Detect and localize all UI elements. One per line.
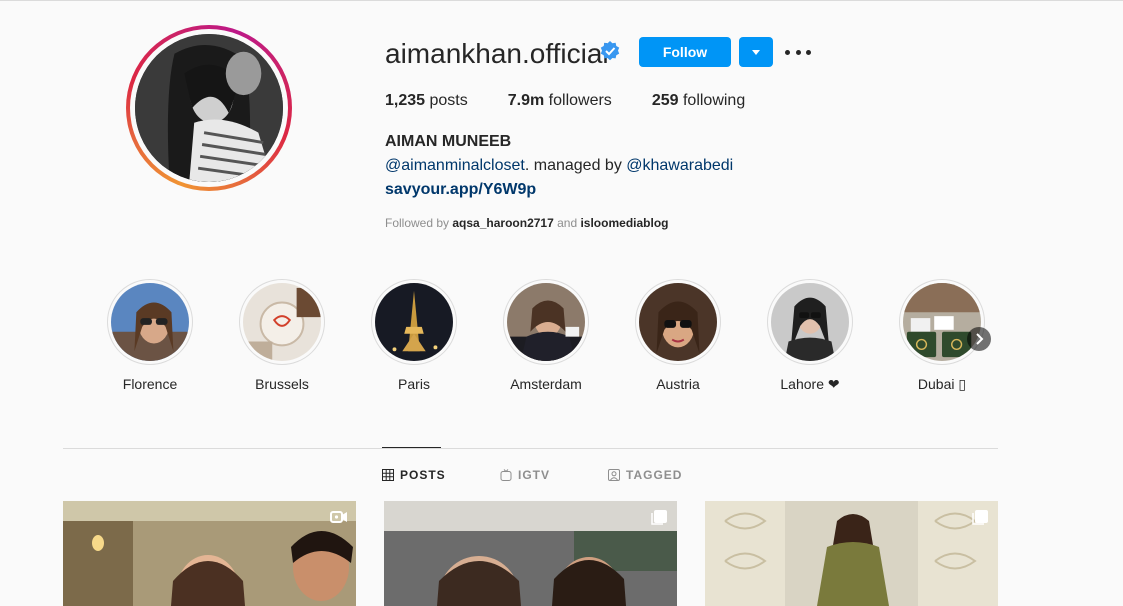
followed-by-user: aqsa_haroon2717 [452, 216, 554, 230]
followed-by-text[interactable]: Followed by aqsa_haroon2717 and isloomed… [385, 216, 668, 230]
carousel-icon [972, 510, 988, 525]
highlight-label: Dubai ▯ [917, 376, 967, 392]
post-thumbnail[interactable] [705, 501, 998, 606]
profile-full-name: AIMAN MUNEEB [385, 133, 512, 150]
dot-icon [806, 49, 811, 55]
post-image [705, 501, 998, 606]
highlight-paris[interactable]: Paris [371, 279, 457, 392]
top-border [0, 0, 1123, 1]
posts-label: posts [429, 92, 468, 109]
highlight-brussels[interactable]: Brussels [239, 279, 325, 392]
avatar-photo [135, 34, 283, 182]
bio-mention-link[interactable]: @aimanminalcloset [385, 157, 525, 174]
followers-stat[interactable]: 7.9m followers [508, 92, 612, 110]
highlight-cover [903, 283, 981, 361]
highlight-cover [771, 283, 849, 361]
followers-count: 7.9m [507, 92, 545, 109]
dot-icon [795, 49, 801, 55]
profile-stats: 1,235 posts 7.9m followers 259 following [385, 92, 785, 110]
tab-label: IGTV [518, 468, 551, 482]
highlight-florence[interactable]: Florence [107, 279, 193, 392]
highlight-cover [243, 283, 321, 361]
igtv-icon [500, 469, 512, 481]
follow-button[interactable]: Follow [639, 37, 731, 67]
followers-label: followers [548, 92, 612, 109]
tagged-icon [608, 469, 620, 481]
highlight-cover [507, 283, 585, 361]
posts-count: 1,235 [385, 92, 426, 109]
following-count: 259 [651, 92, 679, 109]
tab-label: TAGGED [626, 468, 683, 482]
highlight-dubai[interactable]: Dubai ▯ [899, 279, 985, 392]
followed-by-and: and [553, 216, 581, 230]
highlight-label: Paris [398, 376, 430, 392]
post-thumbnail[interactable] [63, 501, 356, 606]
highlight-label: Amsterdam [510, 376, 582, 392]
highlight-lahore[interactable]: Lahore ❤ [767, 279, 853, 392]
followed-by-prefix: Followed by [385, 216, 453, 230]
highlight-label: Brussels [255, 376, 309, 392]
highlight-cover [375, 283, 453, 361]
highlight-label: Florence [122, 376, 178, 392]
chevron-right-icon [976, 333, 984, 345]
followed-by-user: isloomediablog [580, 216, 669, 230]
highlight-label: Austria [656, 376, 700, 392]
highlight-amsterdam[interactable]: Amsterdam [503, 279, 589, 392]
verified-badge-icon [600, 41, 620, 61]
bio-mention-link[interactable]: @khawarabedi [626, 157, 733, 174]
highlights-next-button[interactable] [967, 327, 991, 351]
posts-stat: 1,235 posts [385, 92, 468, 110]
tab-igtv[interactable]: IGTV [500, 468, 550, 482]
following-stat[interactable]: 259 following [652, 92, 745, 110]
suggested-dropdown-button[interactable] [739, 37, 773, 67]
highlight-cover [111, 283, 189, 361]
video-icon [330, 511, 347, 523]
bio-text: . managed by [524, 157, 627, 174]
tab-tagged[interactable]: TAGGED [608, 468, 682, 482]
profile-website-link[interactable]: savyour.app/Y6W9p [385, 181, 536, 199]
tabs-divider [63, 448, 998, 449]
chevron-down-icon [752, 49, 760, 55]
profile-username: aimankhan.official [385, 38, 609, 69]
carousel-icon [651, 510, 667, 525]
grid-icon [382, 469, 394, 481]
tab-posts[interactable]: POSTS [382, 468, 446, 482]
highlight-label: Lahore ❤ [780, 376, 840, 392]
highlight-cover [639, 283, 717, 361]
more-options-button[interactable] [785, 42, 811, 62]
post-image [384, 501, 677, 606]
post-image [63, 501, 356, 606]
active-tab-indicator [382, 447, 441, 448]
profile-avatar[interactable] [126, 25, 292, 191]
post-thumbnail[interactable] [384, 501, 677, 606]
avatar-image [135, 34, 283, 182]
dot-icon [785, 49, 790, 55]
profile-bio: @aimanminalcloset. managed by @khawarabe… [385, 157, 733, 175]
tab-label: POSTS [400, 468, 446, 482]
highlight-austria[interactable]: Austria [635, 279, 721, 392]
following-label: following [682, 92, 746, 109]
